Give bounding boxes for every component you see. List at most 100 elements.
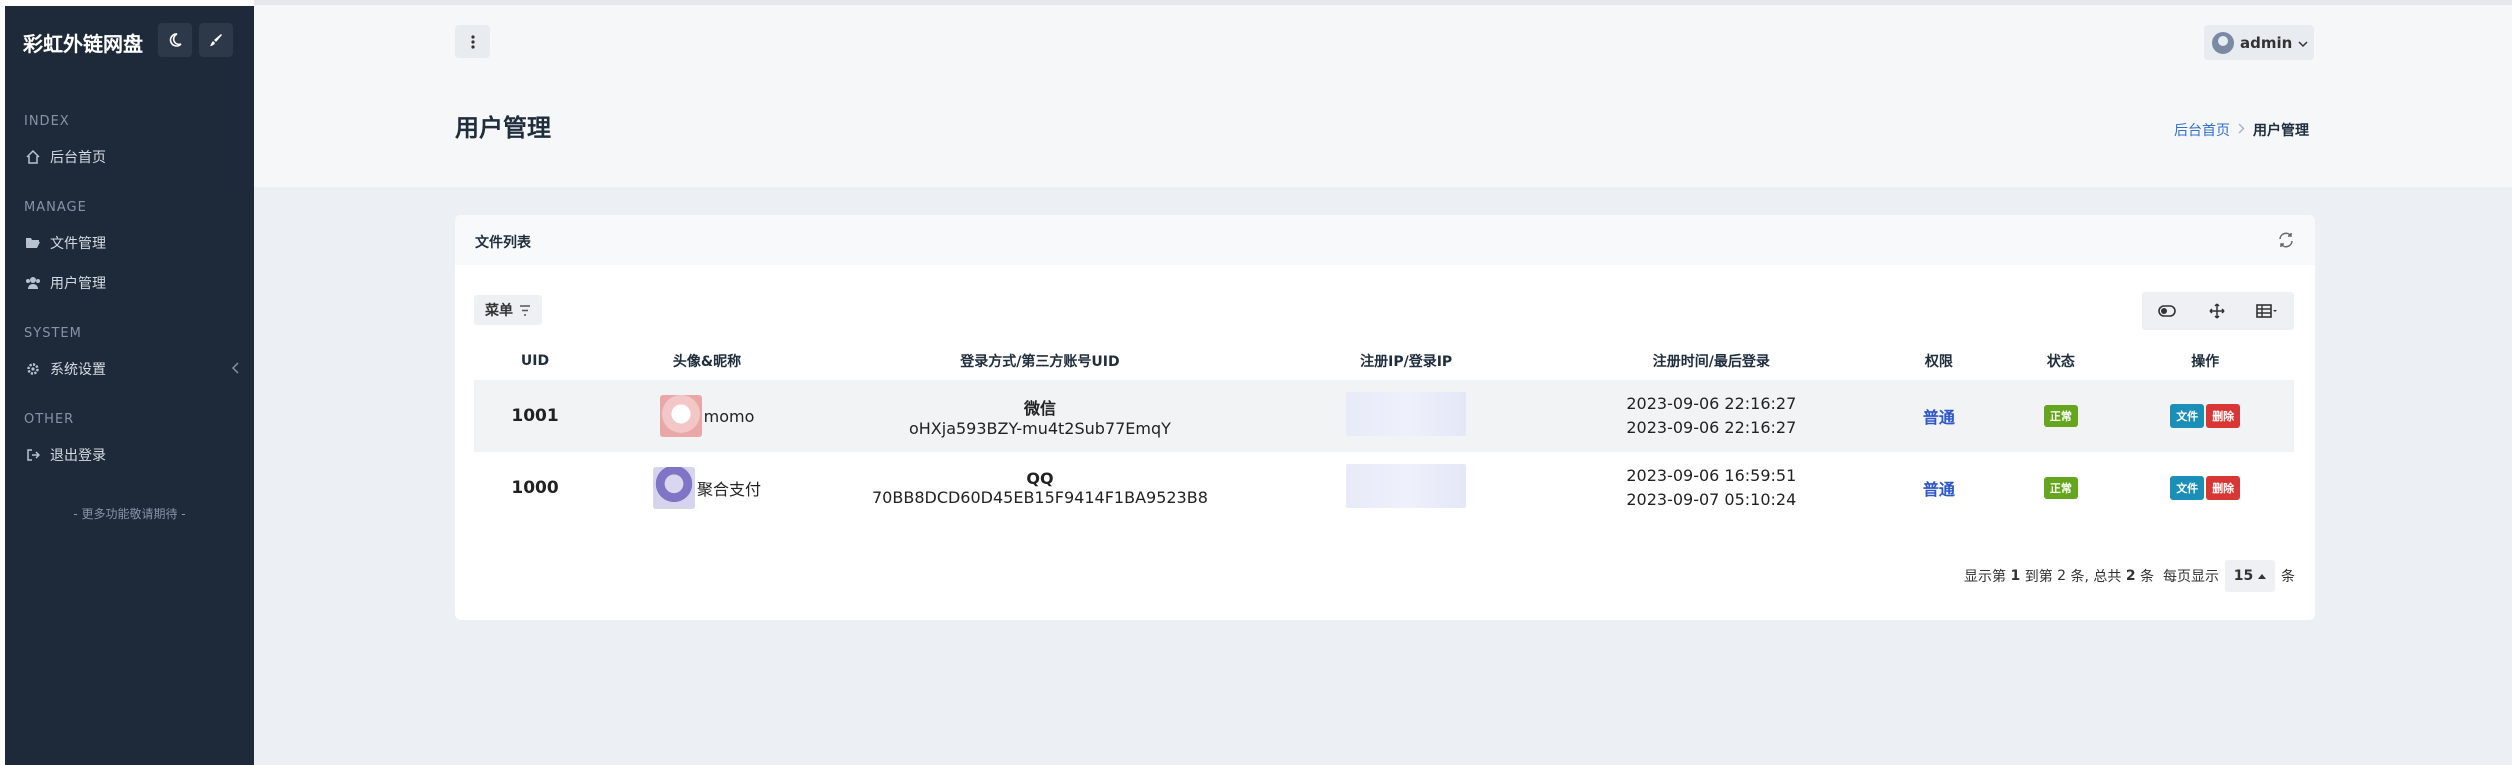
table-row: 1001 momo 微信 oHXja593BZY-mu4t2Sub77EmqY … [474, 380, 2294, 452]
dark-mode-button[interactable] [158, 23, 192, 57]
menu-dropdown-label: 菜单 [485, 303, 513, 319]
user-table-card: 文件列表 菜单 UID 头像&昵称 登录方式/第三方账号UID 注册IP/登录I… [455, 215, 2315, 620]
cell-permission: 普通 [1872, 380, 2005, 452]
card-header: 文件列表 [455, 215, 2315, 265]
menu-dropdown-button[interactable]: 菜单 [474, 295, 542, 325]
status-badge[interactable]: 正常 [2043, 405, 2078, 427]
cell-ip [1262, 452, 1551, 524]
refresh-icon[interactable] [2277, 231, 2295, 254]
cell-uid: 1000 [511, 478, 559, 498]
pager-per-page-label: 每页显示 [2163, 569, 2219, 585]
cell-actions: 文件 删除 [2116, 380, 2294, 452]
sidebar-item-files[interactable]: 文件管理 [5, 228, 254, 258]
main-area: admin 用户管理 后台首页 用户管理 文件列表 菜单 UID 头像&昵称 登… [254, 0, 2512, 765]
login-type: 微信 [1023, 398, 1056, 418]
gear-icon [24, 360, 42, 378]
reg-time: 2023-09-06 22:16:27 [1626, 394, 1797, 413]
chevron-down-icon [2298, 34, 2308, 52]
user-table: UID 头像&昵称 登录方式/第三方账号UID 注册IP/登录IP 注册时间/最… [474, 342, 2294, 524]
users-icon [24, 274, 42, 292]
page-size-value: 15 [2233, 568, 2254, 584]
cell-status: 正常 [2005, 452, 2116, 524]
ip-masked [1346, 392, 1467, 436]
ip-masked [1346, 464, 1467, 508]
login-type: QQ [1026, 469, 1054, 488]
user-menu-button[interactable]: admin [2204, 25, 2314, 60]
breadcrumb-current: 用户管理 [2253, 123, 2309, 139]
topbar: admin [254, 0, 2512, 72]
home-icon [24, 148, 42, 166]
cell-ip [1262, 380, 1551, 452]
cell-avatar-nickname: 聚合支付 [596, 452, 818, 524]
pager-prefix: 显示第 [1964, 569, 2007, 585]
delete-button[interactable]: 删除 [2206, 476, 2241, 500]
column-header-time[interactable]: 注册时间/最后登录 [1550, 342, 1872, 380]
chevron-left-icon [231, 362, 240, 378]
sidebar-item-dashboard[interactable]: 后台首页 [5, 142, 254, 172]
column-header-status[interactable]: 状态 [2005, 342, 2116, 380]
table-columns-icon [2256, 304, 2277, 318]
sidebar: 彩虹外链网盘 INDEX 后台首页 MANAGE 文件管理 用户管理 SYSTE… [5, 6, 254, 765]
arrows-move-icon [2209, 303, 2225, 319]
breadcrumb-home-link[interactable]: 后台首页 [2174, 120, 2230, 140]
moon-icon [169, 33, 182, 47]
status-badge[interactable]: 正常 [2043, 477, 2078, 499]
files-button[interactable]: 文件 [2170, 476, 2205, 500]
columns-button[interactable] [2242, 292, 2292, 330]
cell-actions: 文件 删除 [2116, 452, 2294, 524]
permission-link[interactable]: 普通 [1923, 408, 1955, 427]
cell-avatar-nickname: momo [596, 380, 818, 452]
column-header-uid[interactable]: UID [474, 342, 596, 380]
files-button[interactable]: 文件 [2170, 404, 2205, 428]
menu-toggle-button[interactable] [455, 25, 490, 58]
sidebar-item-label: 文件管理 [50, 236, 106, 252]
pager-suffix: 条 [2281, 569, 2295, 585]
sidebar-item-logout[interactable]: 退出登录 [5, 440, 254, 470]
cell-time: 2023-09-06 22:16:27 2023-09-06 22:16:27 [1550, 380, 1872, 452]
last-login-time: 2023-09-07 05:10:24 [1626, 490, 1797, 509]
pager-from: 1 [2010, 568, 2021, 584]
fullscreen-button[interactable] [2192, 292, 2242, 330]
user-avatar [653, 467, 696, 509]
user-name: admin [2240, 33, 2293, 52]
reg-time: 2023-09-06 16:59:51 [1626, 466, 1797, 485]
cell-permission: 普通 [1872, 452, 2005, 524]
login-uid: 70BB8DCD60D45EB15F9414F1BA9523B8 [872, 488, 1208, 507]
column-header-permission[interactable]: 权限 [1872, 342, 2005, 380]
page-size-select[interactable]: 15 [2225, 560, 2275, 592]
sidebar-item-users[interactable]: 用户管理 [5, 268, 254, 298]
folder-open-icon [24, 234, 42, 252]
toggle-view-button[interactable] [2142, 292, 2192, 330]
sidebar-item-settings[interactable]: 系统设置 [5, 354, 254, 384]
chevron-right-icon [2238, 123, 2245, 138]
cell-login-type: QQ 70BB8DCD60D45EB15F9414F1BA9523B8 [818, 452, 1262, 524]
avatar [2212, 31, 2234, 54]
delete-button[interactable]: 删除 [2206, 404, 2241, 428]
column-header-ip[interactable]: 注册IP/登录IP [1262, 342, 1551, 380]
pagination-info: 显示第 1 到第 2 条, 总共 2 条 每页显示 15 条 [1964, 560, 2295, 592]
theme-button[interactable] [199, 23, 233, 57]
brand-title[interactable]: 彩虹外链网盘 [23, 28, 143, 57]
pager-mid2: 条, 总共 [2070, 569, 2122, 585]
page-header: 用户管理 后台首页 用户管理 [254, 72, 2512, 187]
breadcrumb: 后台首页 用户管理 [2174, 120, 2309, 140]
column-header-actions: 操作 [2191, 354, 2220, 370]
card-title: 文件列表 [475, 235, 531, 251]
permission-link[interactable]: 普通 [1923, 480, 1955, 499]
column-header-avatar-nickname[interactable]: 头像&昵称 [596, 342, 818, 380]
pager-to: 2 [2057, 568, 2067, 584]
sidebar-item-label: 用户管理 [50, 276, 106, 292]
nav-header-manage: MANAGE [24, 200, 87, 215]
nav-header-system: SYSTEM [24, 326, 82, 341]
column-header-login-type[interactable]: 登录方式/第三方账号UID [818, 342, 1262, 380]
login-uid: oHXja593BZY-mu4t2Sub77EmqY [908, 418, 1171, 438]
cell-time: 2023-09-06 16:59:51 2023-09-07 05:10:24 [1550, 452, 1872, 524]
sidebar-item-label: 退出登录 [50, 448, 106, 464]
nav-header-index: INDEX [24, 114, 70, 129]
sidebar-item-label: 后台首页 [50, 150, 106, 166]
sidebar-item-label: 系统设置 [50, 362, 106, 378]
sign-out-icon [24, 446, 42, 464]
cell-status: 正常 [2005, 380, 2116, 452]
cell-uid: 1001 [511, 406, 559, 426]
nav-header-other: OTHER [24, 412, 75, 427]
